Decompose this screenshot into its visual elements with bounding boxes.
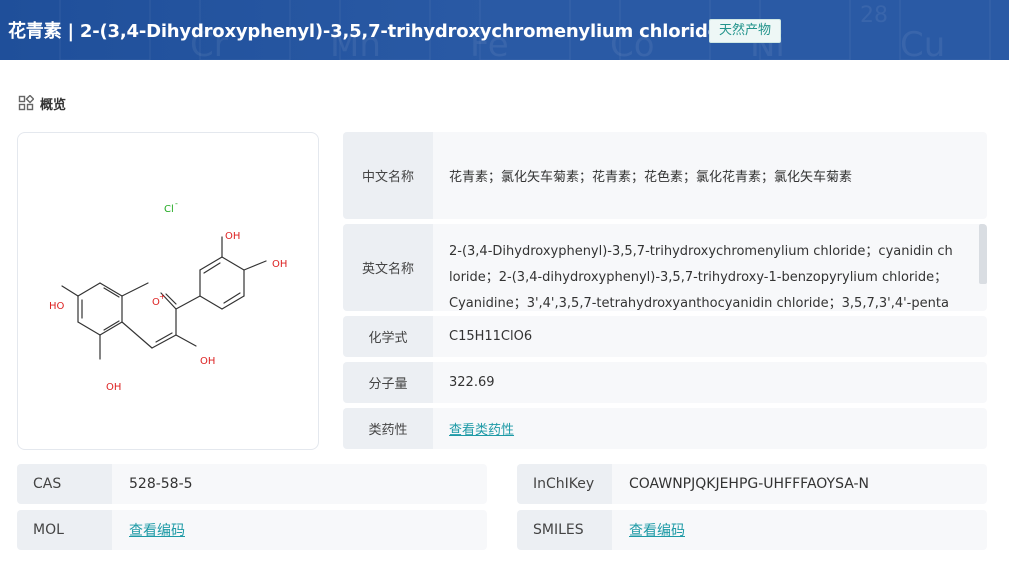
identifier-value: 528-58-5 (129, 476, 193, 492)
overview-label: 概览 (40, 97, 67, 113)
oh-label-3prime: OH (225, 231, 240, 242)
natural-product-badge: 天然产物 (709, 19, 781, 43)
oh-label-5: OH (106, 382, 121, 393)
view-druglikeness-link[interactable]: 查看类药性 (449, 419, 514, 438)
oh-label-4prime: OH (272, 259, 287, 270)
ring-charge-label: + (159, 292, 166, 301)
property-value: 2-(3,4-Dihydroxyphenyl)-3,5,7-trihydroxy… (449, 244, 953, 311)
identifier-key: CAS (17, 464, 112, 504)
property-row-english-name: 英文名称 2-(3,4-Dihydroxyphenyl)-3,5,7-trihy… (343, 224, 987, 311)
grid-icon (18, 95, 34, 111)
identifier-key: SMILES (517, 510, 612, 550)
overview-section-header: 概览 (18, 94, 67, 113)
identifier-value: COAWNPJQKJEHPG-UHFFFAOYSA-N (629, 476, 870, 492)
oh-label-7: HO (49, 301, 65, 312)
cyanidin-structure-drawing: O + OH OH HO OH OH Cl - (49, 199, 287, 393)
identifier-row-mol: MOL 查看编码 (17, 510, 487, 550)
structure-image-panel[interactable]: O + OH OH HO OH OH Cl - (17, 132, 319, 450)
property-value: 花青素；氯化矢车菊素；花青素；花色素；氯化花青素；氯化矢车菊素 (449, 170, 853, 185)
property-key: 分子量 (343, 362, 433, 403)
oh-label-3: OH (200, 356, 215, 367)
view-smiles-code-link[interactable]: 查看编码 (629, 520, 685, 540)
property-key: 类药性 (343, 408, 433, 449)
property-row-druglikeness: 类药性 查看类药性 (343, 408, 987, 449)
identifier-key: MOL (17, 510, 112, 550)
chloride-charge-label: - (175, 199, 178, 208)
page-title: 花青素 | 2-(3,4-Dihydroxyphenyl)-3,5,7-trih… (8, 21, 720, 42)
property-key: 中文名称 (343, 132, 433, 219)
svg-text:28: 28 (860, 3, 888, 28)
property-row-formula: 化学式 C15H11ClO6 (343, 316, 987, 357)
property-key: 英文名称 (343, 224, 433, 311)
chloride-label: Cl (164, 204, 174, 215)
property-row-molecular-weight: 分子量 322.69 (343, 362, 987, 403)
scrollbar[interactable] (979, 224, 987, 284)
property-row-chinese-name: 中文名称 花青素；氯化矢车菊素；花青素；花色素；氯化花青素；氯化矢车菊素 (343, 132, 987, 219)
identifier-row-smiles: SMILES 查看编码 (517, 510, 987, 550)
identifier-row-cas: CAS 528-58-5 (17, 464, 487, 504)
identifier-key: InChIKey (517, 464, 612, 504)
view-mol-code-link[interactable]: 查看编码 (129, 520, 185, 540)
svg-text:Cu: Cu (900, 25, 945, 60)
property-value: 322.69 (449, 375, 495, 390)
property-value: C15H11ClO6 (449, 329, 533, 344)
property-key: 化学式 (343, 316, 433, 357)
identifier-row-inchikey: InChIKey COAWNPJQKJEHPG-UHFFFAOYSA-N (517, 464, 987, 504)
page-header: Cr Mn Fe Co Ni Cu 28 花青素 | 2-(3,4-Dihydr… (0, 0, 1009, 60)
